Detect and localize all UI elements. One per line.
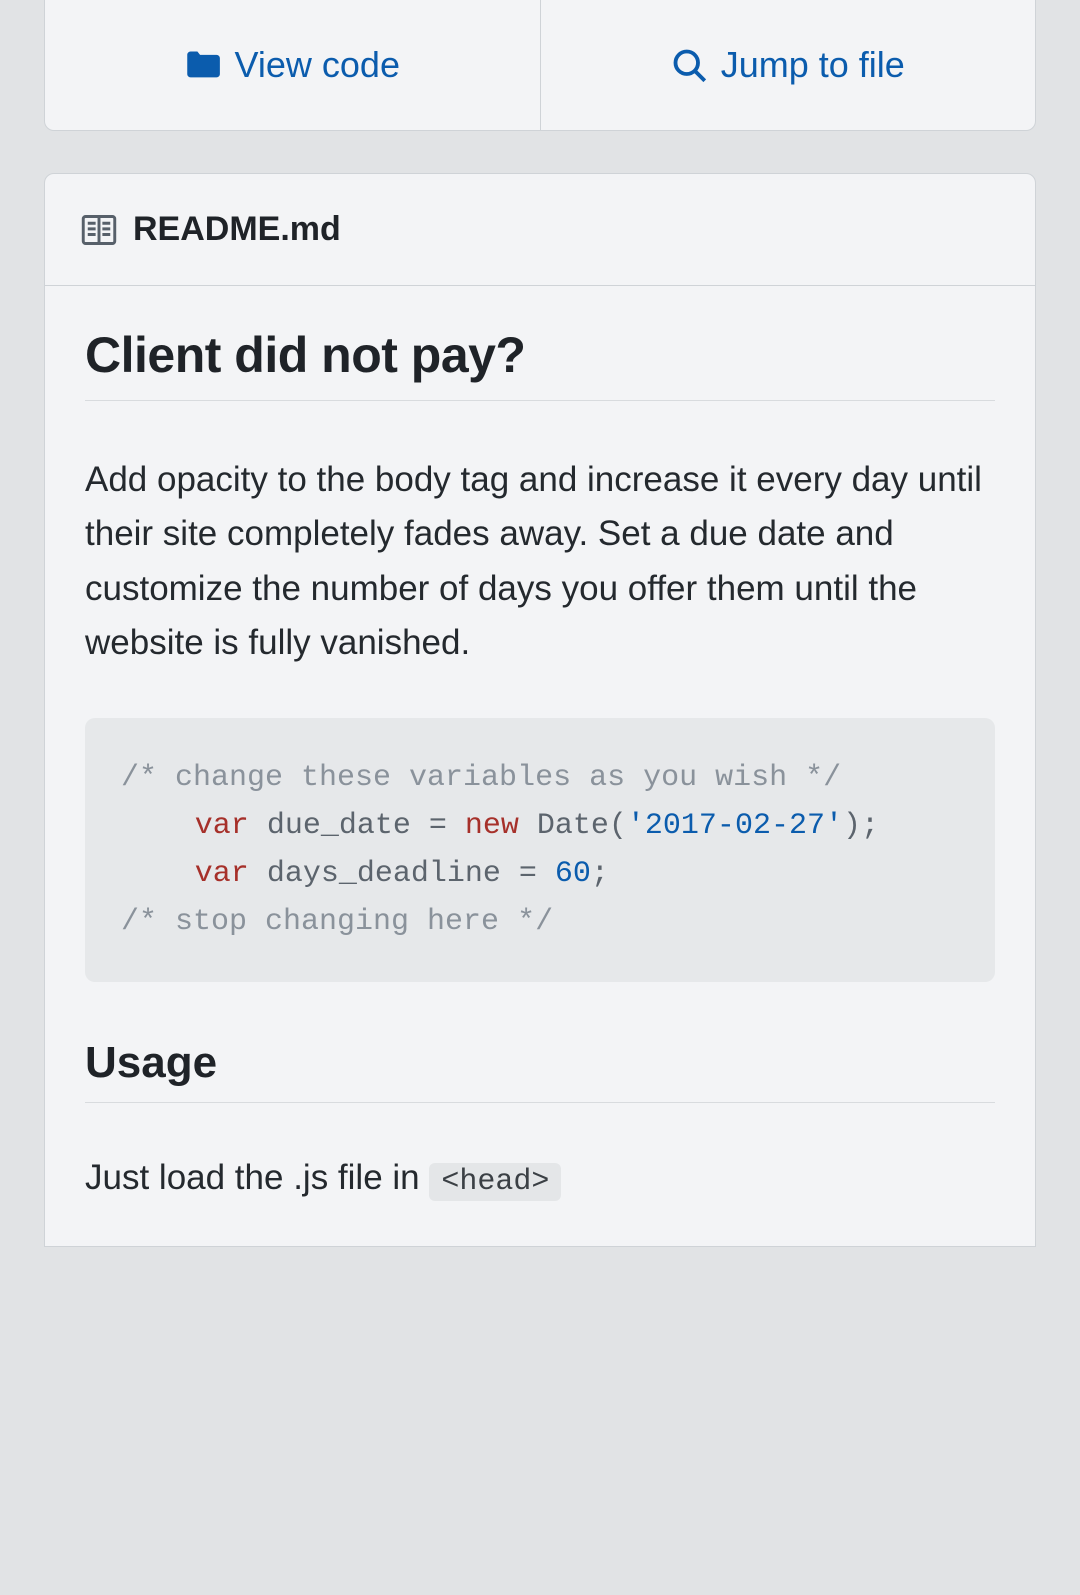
code-keyword-var: var bbox=[195, 857, 249, 891]
readme-filename: README.md bbox=[133, 210, 341, 249]
readme-paragraph-2-text: Just load the .js file in bbox=[85, 1158, 429, 1197]
code-punct: = bbox=[411, 809, 465, 843]
code-string: '2017-02-27' bbox=[627, 809, 843, 843]
code-comment: /* stop changing here */ bbox=[121, 905, 553, 939]
folder-icon bbox=[185, 47, 221, 83]
code-punct: = bbox=[501, 857, 555, 891]
readme-header: README.md bbox=[45, 174, 1035, 286]
code-call: Date( bbox=[537, 809, 627, 843]
readme-container: README.md Client did not pay? Add opacit… bbox=[44, 173, 1036, 1247]
readme-body: Client did not pay? Add opacity to the b… bbox=[45, 286, 1035, 1246]
inline-code-head: <head> bbox=[429, 1163, 561, 1201]
view-code-button[interactable]: View code bbox=[45, 0, 540, 130]
readme-heading-1: Client did not pay? bbox=[85, 326, 995, 401]
code-keyword-var: var bbox=[195, 809, 249, 843]
code-punct: ); bbox=[843, 809, 879, 843]
readme-heading-2: Usage bbox=[85, 1038, 995, 1103]
code-number: 60 bbox=[555, 857, 591, 891]
code-identifier: due_date bbox=[267, 809, 411, 843]
readme-paragraph-1: Add opacity to the body tag and increase… bbox=[85, 453, 995, 670]
readme-paragraph-2: Just load the .js file in <head> bbox=[85, 1151, 995, 1206]
view-code-label: View code bbox=[235, 44, 400, 86]
search-icon bbox=[671, 47, 707, 83]
code-punct: ; bbox=[591, 857, 609, 891]
jump-to-file-button[interactable]: Jump to file bbox=[540, 0, 1036, 130]
repo-actions-row: View code Jump to file bbox=[44, 0, 1036, 131]
code-block: /* change these variables as you wish */… bbox=[85, 718, 995, 982]
book-icon bbox=[81, 212, 117, 248]
code-comment: /* change these variables as you wish */ bbox=[121, 761, 841, 795]
jump-to-file-label: Jump to file bbox=[721, 44, 905, 86]
code-keyword-new: new bbox=[465, 809, 519, 843]
code-identifier: days_deadline bbox=[267, 857, 501, 891]
